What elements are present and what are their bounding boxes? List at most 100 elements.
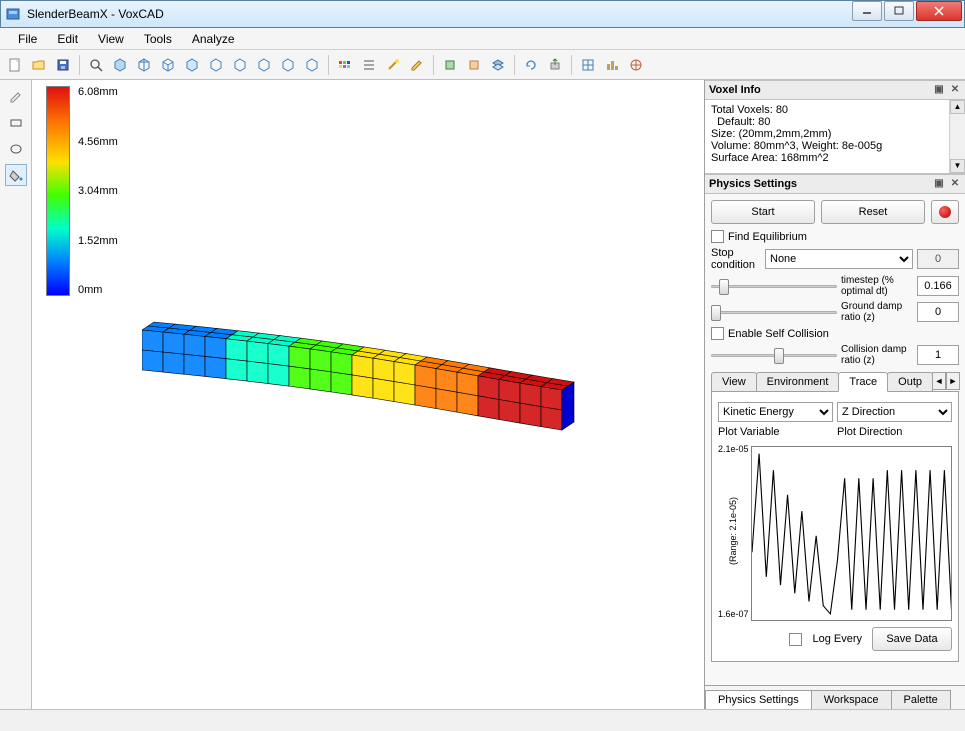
palette-icon[interactable] [334,54,356,76]
tab-output[interactable]: Outp [887,372,933,391]
scale-label: 0mm [78,284,118,296]
scroll-up-icon[interactable]: ▲ [950,100,965,114]
draw-ellipse-icon[interactable] [5,138,27,160]
log-every-label: Log Every [812,633,862,645]
save-data-button[interactable]: Save Data [872,627,952,651]
color-scale-legend: 6.08mm 4.56mm 3.04mm 1.52mm 0mm [46,86,118,296]
cube-view3-icon[interactable] [157,54,179,76]
plot-y-top: 2.1e-05 [718,444,749,454]
cube-view9-icon[interactable] [301,54,323,76]
plot-range-label: (Range: 2.1e-05) [728,497,738,565]
physics-settings-header[interactable]: Physics Settings ▣ ✕ [705,174,965,194]
voxel-volume: Volume: 80mm^3, Weight: 8e-005g [711,140,959,152]
analyze1-icon[interactable] [577,54,599,76]
record-icon [939,206,951,218]
scale-label: 3.04mm [78,185,118,197]
cube-view6-icon[interactable] [229,54,251,76]
statusbar [0,709,965,731]
close-panel-icon[interactable]: ✕ [949,178,961,190]
tab-view[interactable]: View [711,372,757,391]
window-title: SlenderBeamX - VoxCAD [27,7,960,21]
undock-icon[interactable]: ▣ [933,84,945,96]
ground-damp-slider[interactable] [711,303,837,321]
voxel-total: Total Voxels: 80 [711,104,959,116]
tab-workspace[interactable]: Workspace [811,690,892,709]
cube-tool1-icon[interactable] [439,54,461,76]
plot-variable-label: Plot Variable [718,426,833,438]
menu-tools[interactable]: Tools [134,30,182,48]
voxel-info-body: Total Voxels: 80 Default: 80 Size: (20mm… [705,100,965,174]
scale-label: 6.08mm [78,86,118,98]
cube-view2-icon[interactable] [133,54,155,76]
list-icon[interactable] [358,54,380,76]
start-button[interactable]: Start [711,200,815,224]
timestep-value[interactable] [917,276,959,296]
new-file-icon[interactable] [4,54,26,76]
menu-view[interactable]: View [88,30,134,48]
plot-variable-select[interactable]: Kinetic Energy [718,402,833,422]
trace-panel: Kinetic Energy Z Direction Plot Variable… [711,392,959,662]
tab-scroll-left-icon[interactable]: ◄ [932,372,946,390]
cube-view8-icon[interactable] [277,54,299,76]
menu-file[interactable]: File [8,30,47,48]
cube-view1-icon[interactable] [109,54,131,76]
tab-scroll-right-icon[interactable]: ► [946,372,960,390]
pencil-icon[interactable] [406,54,428,76]
toolbar [0,50,965,80]
reset-button[interactable]: Reset [821,200,925,224]
viewport-3d[interactable]: 6.08mm 4.56mm 3.04mm 1.52mm 0mm [32,80,705,709]
timestep-label: timestep (% optimal dt) [841,275,913,297]
cube-tool2-icon[interactable] [463,54,485,76]
left-toolbar [0,80,32,709]
collision-damp-slider[interactable] [711,346,837,364]
zoom-icon[interactable] [85,54,107,76]
menu-analyze[interactable]: Analyze [182,30,245,48]
draw-pencil-icon[interactable] [5,86,27,108]
tab-trace[interactable]: Trace [838,372,888,392]
save-file-icon[interactable] [52,54,74,76]
cube-view5-icon[interactable] [205,54,227,76]
analyze3-icon[interactable] [625,54,647,76]
close-button[interactable] [916,1,962,21]
analyze2-icon[interactable] [601,54,623,76]
tab-physics-settings[interactable]: Physics Settings [705,690,812,709]
window-titlebar: SlenderBeamX - VoxCAD [0,0,965,28]
voxel-info-header[interactable]: Voxel Info ▣ ✕ [705,80,965,100]
menu-edit[interactable]: Edit [47,30,88,48]
cube-view7-icon[interactable] [253,54,275,76]
scrollbar[interactable]: ▲ ▼ [949,100,965,173]
physics-subtabs: View Environment Trace Outp ◄ ► [711,372,959,392]
minimize-button[interactable] [852,1,882,21]
scale-label: 1.52mm [78,235,118,247]
timestep-slider[interactable] [711,277,837,295]
stop-condition-value[interactable] [917,249,959,269]
collision-damp-value[interactable] [917,345,959,365]
plot-y-bottom: 1.6e-07 [718,609,749,619]
self-collision-label: Enable Self Collision [728,328,829,340]
stop-condition-select[interactable]: None [765,249,913,269]
cube-view4-icon[interactable] [181,54,203,76]
plot-direction-select[interactable]: Z Direction [837,402,952,422]
undock-icon[interactable]: ▣ [933,178,945,190]
self-collision-checkbox[interactable] [711,327,724,340]
ground-damp-value[interactable] [917,302,959,322]
close-panel-icon[interactable]: ✕ [949,84,961,96]
export-icon[interactable] [544,54,566,76]
maximize-button[interactable] [884,1,914,21]
physics-body: Start Reset Find Equilibrium Stop condit… [705,194,965,685]
scroll-down-icon[interactable]: ▼ [950,159,965,173]
voxel-default: Default: 80 [711,116,959,128]
record-button[interactable] [931,200,959,224]
layer-icon[interactable] [487,54,509,76]
plot-direction-label: Plot Direction [837,426,952,438]
paint-bucket-icon[interactable] [5,164,27,186]
tab-environment[interactable]: Environment [756,372,840,391]
voxel-surface: Surface Area: 168mm^2 [711,152,959,164]
open-file-icon[interactable] [28,54,50,76]
log-every-checkbox[interactable] [789,633,802,646]
find-equilibrium-checkbox[interactable] [711,230,724,243]
tab-palette[interactable]: Palette [891,690,951,709]
draw-rectangle-icon[interactable] [5,112,27,134]
rotate-icon[interactable] [520,54,542,76]
wand-icon[interactable] [382,54,404,76]
